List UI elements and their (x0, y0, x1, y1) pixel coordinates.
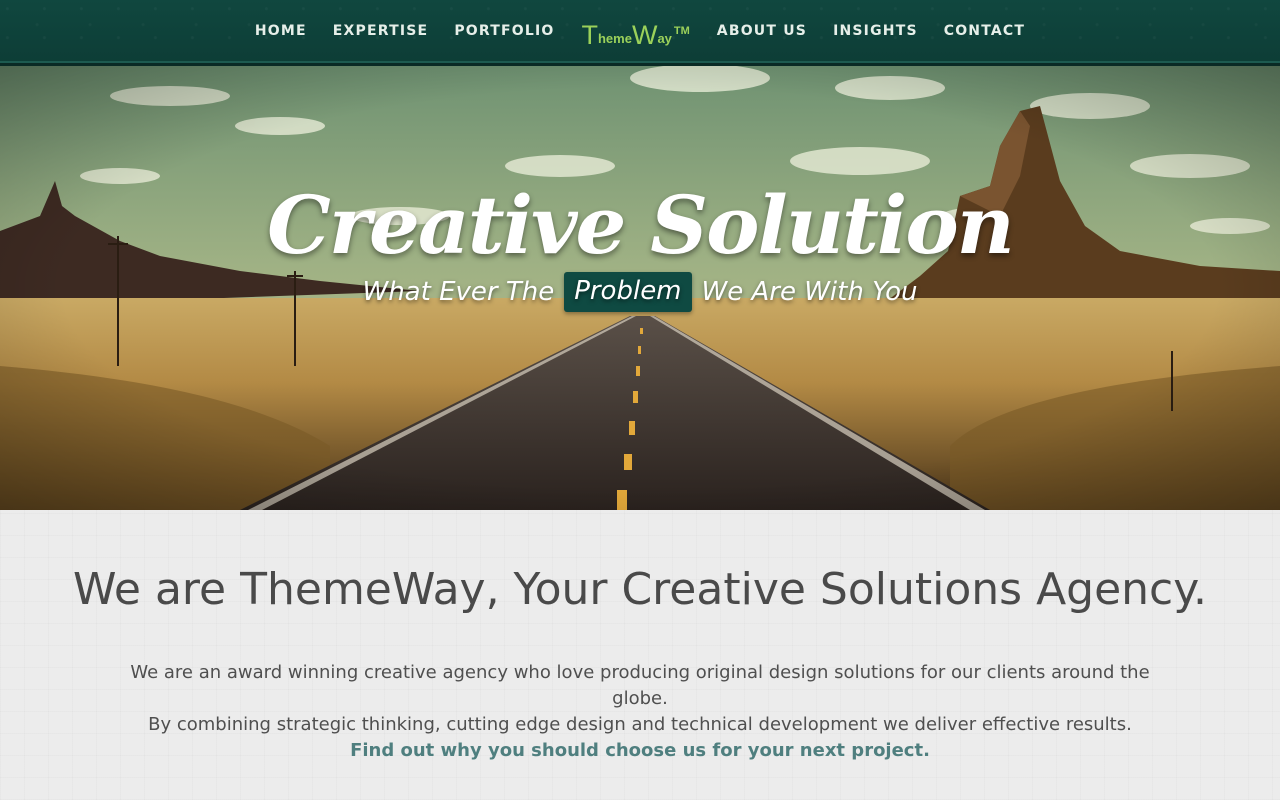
tagline-suffix: We Are With You (701, 277, 918, 307)
about-description: We are an award winning creative agency … (120, 660, 1160, 764)
logo-trademark: TM (673, 25, 690, 37)
logo-text-heme: heme (597, 31, 632, 46)
tagline-highlight: Problem (564, 272, 692, 312)
about-line-1: We are an award winning creative agency … (130, 662, 1150, 709)
about-line-2: By combining strategic thinking, cutting… (148, 714, 1132, 735)
logo-letter-w: W (631, 20, 658, 50)
logo-letter-t: T (581, 20, 598, 50)
tagline-prefix: What Ever The (362, 277, 555, 307)
themeway-logo[interactable]: T heme W ay TM (567, 15, 703, 49)
hero-banner: Creative Solution What Ever The Problem … (0, 66, 1280, 510)
nav-expertise[interactable]: EXPERTISE (320, 0, 442, 62)
about-heading: We are ThemeWay, Your Creative Solutions… (72, 564, 1207, 615)
nav-home[interactable]: HOME (242, 0, 320, 62)
hero-title: Creative Solution (267, 178, 1015, 272)
nav-contact[interactable]: CONTACT (931, 0, 1038, 62)
hero-tagline: What Ever The Problem We Are With You (0, 266, 1280, 318)
nav-about-us[interactable]: ABOUT US (704, 0, 820, 62)
top-navbar: HOME EXPERTISE PORTFOLIO T heme W ay TM … (0, 0, 1280, 66)
logo-text-ay: ay (657, 31, 672, 46)
nav-menu: HOME EXPERTISE PORTFOLIO T heme W ay TM … (0, 0, 1280, 62)
about-section: We are ThemeWay, Your Creative Solutions… (0, 510, 1280, 800)
nav-portfolio[interactable]: PORTFOLIO (441, 0, 567, 62)
nav-insights[interactable]: INSIGHTS (820, 0, 931, 62)
choose-us-link[interactable]: Find out why you should choose us for yo… (120, 738, 1160, 764)
